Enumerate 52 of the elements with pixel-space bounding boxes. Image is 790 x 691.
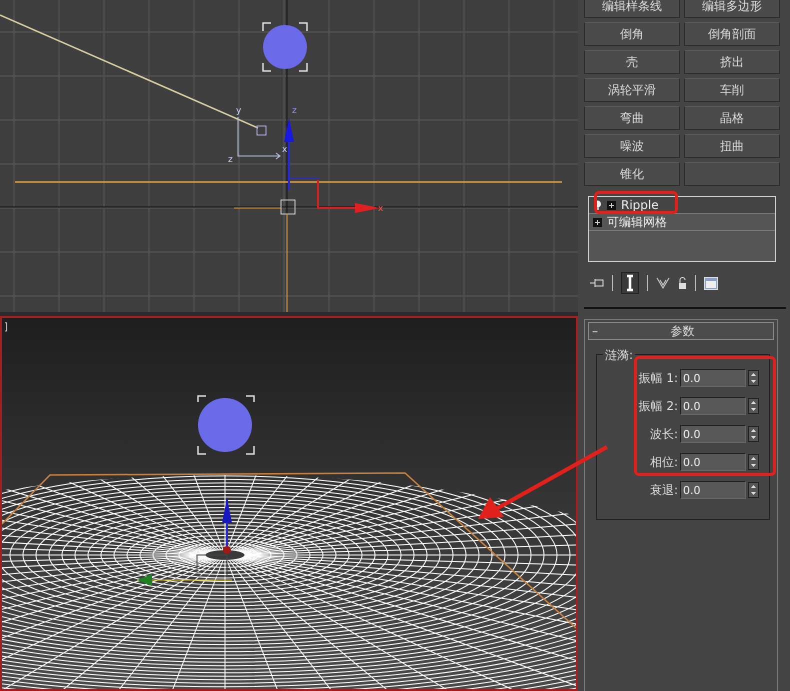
sphere-drawing xyxy=(262,22,308,72)
rollout-title-bar[interactable]: – 参数 xyxy=(588,322,774,340)
modifier-button[interactable]: 车削 xyxy=(684,78,780,102)
field-label: 波长: xyxy=(650,426,678,442)
stack-item[interactable]: Ripple xyxy=(589,197,775,214)
modifier-button[interactable]: 锥化 xyxy=(584,162,680,186)
rollout-title: 参数 xyxy=(670,322,696,340)
number-field[interactable]: 0.0 xyxy=(680,369,746,387)
expand-icon[interactable] xyxy=(593,218,602,226)
number-field[interactable]: 0.0 xyxy=(680,425,746,443)
sphere-drawing xyxy=(197,395,255,455)
modifier-button[interactable]: 涡轮平滑 xyxy=(584,78,680,102)
stack-item[interactable]: 可编辑网格 xyxy=(589,214,775,231)
spinner-icon[interactable] xyxy=(748,398,759,414)
padlock-icon[interactable] xyxy=(678,276,687,290)
number-field[interactable]: 0.0 xyxy=(680,397,746,415)
viewport-label[interactable]: ] xyxy=(4,322,8,333)
axis-label: x xyxy=(378,204,384,214)
stack-item-label: 可编辑网格 xyxy=(607,214,667,230)
axis-label: z xyxy=(292,106,297,116)
field-label: 衰退: xyxy=(650,482,678,498)
light-target-icon xyxy=(256,126,266,136)
top-viewport[interactable]: y z x z x xyxy=(0,0,578,312)
field-label: 振幅 2: xyxy=(638,398,678,414)
window-icon[interactable] xyxy=(704,276,718,290)
modifier-button[interactable]: 壳 xyxy=(584,50,680,74)
field-label: 振幅 1: xyxy=(638,370,678,386)
axis-label: y xyxy=(236,106,242,116)
field-label: 相位: xyxy=(650,454,678,470)
spinner-icon[interactable] xyxy=(748,454,759,470)
modifier-button[interactable]: 倒角剖面 xyxy=(684,22,780,46)
perspective-viewport[interactable]: ] xyxy=(0,316,578,691)
axis-label: z xyxy=(228,155,233,165)
expand-icon[interactable] xyxy=(607,200,616,210)
pin-icon[interactable] xyxy=(590,277,604,289)
axis-label: x xyxy=(282,145,288,155)
ibeam-icon[interactable] xyxy=(621,272,639,294)
collapse-toggle[interactable]: – xyxy=(589,324,606,338)
modifier-button[interactable]: 弯曲 xyxy=(584,106,680,130)
modifier-button[interactable]: 倒角 xyxy=(584,22,680,46)
modifier-button[interactable]: 挤出 xyxy=(684,50,780,74)
number-field[interactable]: 0.0 xyxy=(680,453,746,471)
stack-item-label: Ripple xyxy=(621,198,659,212)
spinner-icon[interactable] xyxy=(748,426,759,442)
axis-tripod-drawing xyxy=(238,116,281,160)
number-field[interactable]: 0.0 xyxy=(680,481,746,499)
funnel-icon[interactable] xyxy=(656,276,670,290)
modifier-button[interactable]: 扭曲 xyxy=(684,134,780,158)
spinner-icon[interactable] xyxy=(748,482,759,498)
modifier-button[interactable]: 晶格 xyxy=(684,106,780,130)
spinner-icon[interactable] xyxy=(748,370,759,386)
modifier-button[interactable]: 噪波 xyxy=(584,134,680,158)
